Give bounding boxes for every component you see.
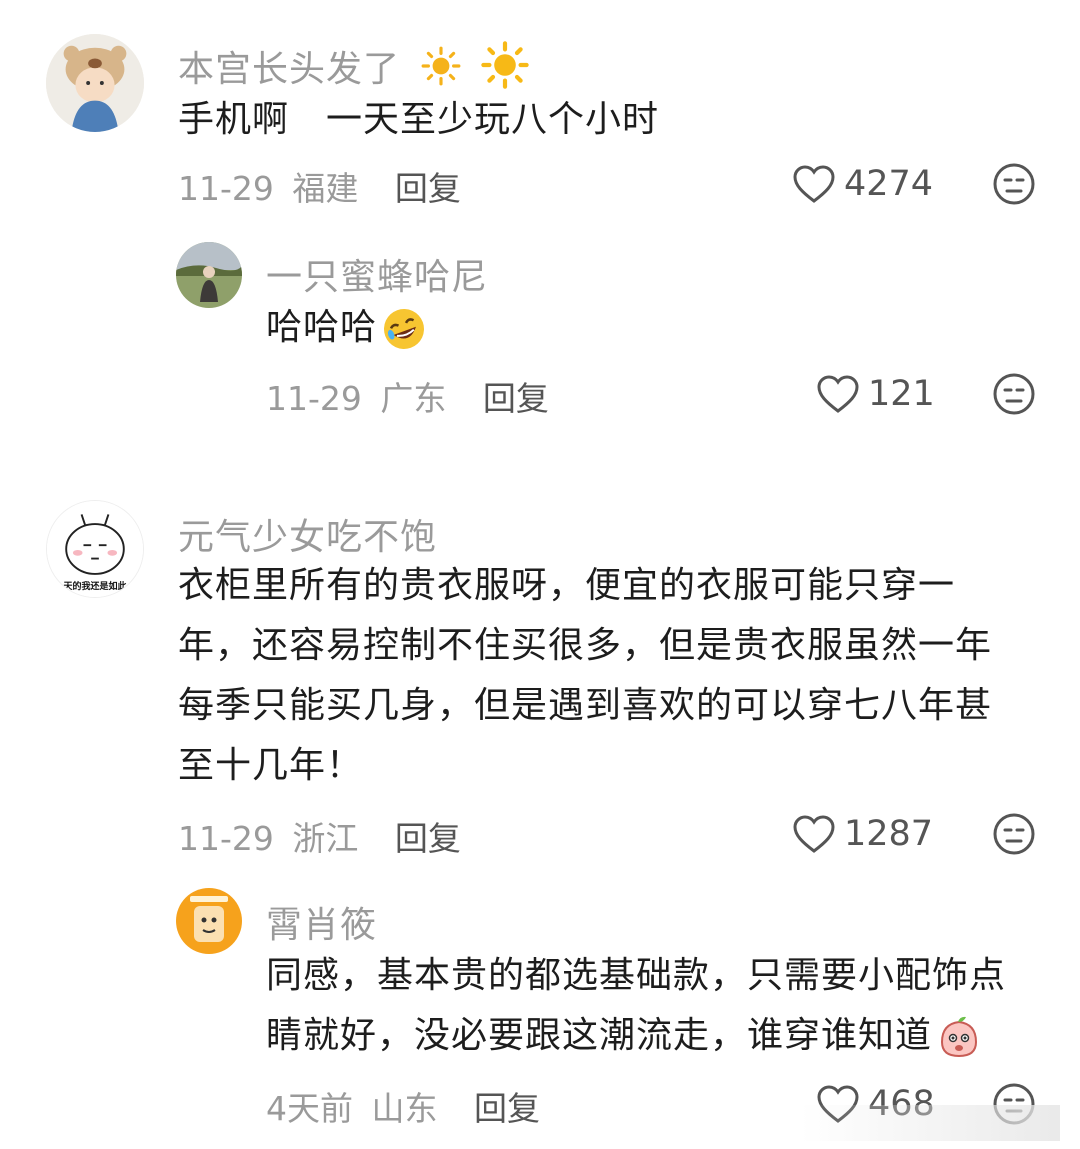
avatar-sticker-icon (176, 888, 242, 954)
avatar[interactable] (46, 34, 144, 132)
heart-icon (793, 165, 835, 203)
comment-text: 衣柜里所有的贵衣服呀，便宜的衣服可能只穿一 年，还容易控制不住买很多，但是贵衣服… (178, 556, 1038, 796)
avatar-caption: 天的我还是如此 (63, 582, 127, 592)
reply-text-line: 睛就好，没必要跟这潮流走，谁穿谁知道 (266, 1006, 1056, 1066)
reply-date: 11-29 (266, 379, 362, 418)
username-text: 本宫长头发了 (178, 49, 401, 90)
reply-date: 4天前 (266, 1089, 353, 1128)
comment-meta: 11-29 浙江 回复 (178, 812, 461, 860)
reply-button[interactable]: 回复 (483, 379, 549, 418)
avatar-photo-icon (176, 242, 242, 308)
rofl-emoji-icon (384, 309, 425, 349)
like-button[interactable]: 1287 (792, 814, 933, 854)
reply-button[interactable]: 回复 (395, 819, 461, 858)
username[interactable]: 霄肖筱 (266, 896, 377, 948)
avatar[interactable] (176, 242, 242, 308)
dislike-face-icon[interactable] (992, 372, 1036, 416)
like-count: 1287 (844, 814, 934, 854)
avatar[interactable] (176, 888, 242, 954)
username[interactable]: 一只蜜蜂哈尼 (266, 248, 488, 300)
sun-icon (481, 41, 529, 89)
reply-meta: 11-29 广东 回复 (266, 372, 549, 420)
like-count: 121 (868, 374, 935, 414)
comment-text-line: 每季只能买几身，但是遇到喜欢的可以穿七八年甚 (178, 685, 993, 726)
comment-date: 11-29 (178, 169, 274, 208)
avatar-cartoon-icon (47, 501, 143, 597)
reply-text-line: 同感，基本贵的都选基础款，只需要小配饰点 (266, 955, 1007, 996)
comment-location: 福建 (292, 169, 359, 208)
comment-location: 浙江 (292, 819, 359, 858)
comment-text-line: 至十几年！ (178, 745, 364, 786)
reply-text: 同感，基本贵的都选基础款，只需要小配饰点 睛就好，没必要跟这潮流走，谁穿谁知道 (266, 946, 1056, 1066)
reply-text-line-content: 睛就好，没必要跟这潮流走，谁穿谁知道 (266, 1015, 933, 1056)
comment-text-line: 衣柜里所有的贵衣服呀，便宜的衣服可能只穿一 (178, 565, 956, 606)
like-count: 4274 (844, 164, 934, 204)
watermark-overlay (800, 1105, 1060, 1141)
username[interactable]: 本宫长头发了 (178, 40, 529, 92)
reply-location: 山东 (371, 1089, 438, 1128)
like-button[interactable]: 121 (816, 374, 935, 414)
comment-text: 手机啊 一天至少玩八个小时 (178, 99, 660, 140)
peach-emoji-icon (941, 1016, 978, 1058)
like-button[interactable]: 4274 (792, 164, 933, 204)
sun-icon (422, 46, 461, 86)
avatar[interactable]: 天的我还是如此 (46, 500, 144, 598)
reply-text-content: 哈哈哈 (266, 307, 378, 348)
comment-item: 本宫长头发了 手机啊 一天至少玩八个小时 11-29 福建 回复 4274 一只… (0, 0, 1080, 460)
dislike-face-icon[interactable] (992, 812, 1036, 856)
reply-text: 哈哈哈 (266, 298, 427, 358)
reply-meta: 4天前 山东 回复 (266, 1082, 540, 1130)
username[interactable]: 元气少女吃不饱 (178, 508, 437, 560)
comment-text-line: 年，还容易控制不住买很多，但是贵衣服虽然一年 (178, 625, 993, 666)
dislike-face-icon[interactable] (992, 162, 1036, 206)
comment-date: 11-29 (178, 819, 274, 858)
comment-meta: 11-29 福建 回复 (178, 162, 461, 210)
reply-button[interactable]: 回复 (474, 1089, 540, 1128)
heart-icon (793, 815, 835, 853)
reply-location: 广东 (380, 379, 447, 418)
reply-button[interactable]: 回复 (395, 169, 461, 208)
avatar-bear-hat-icon (46, 34, 144, 132)
heart-icon (817, 375, 859, 413)
